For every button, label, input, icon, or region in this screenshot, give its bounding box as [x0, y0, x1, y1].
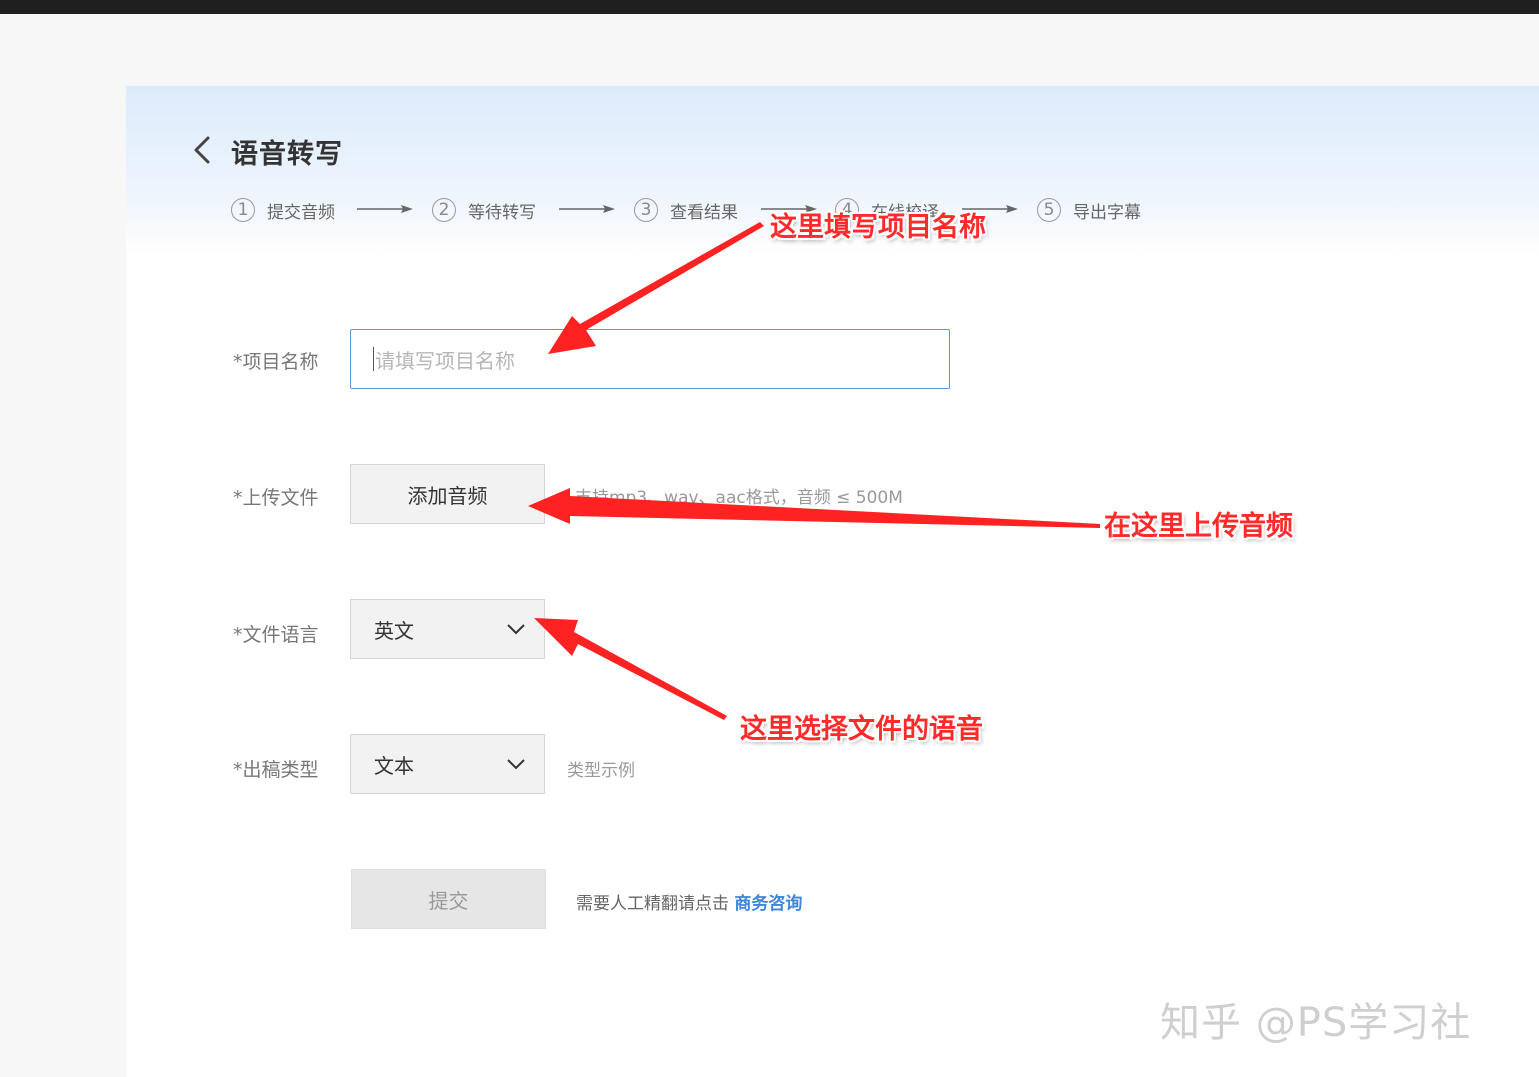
type-example-link[interactable]: 类型示例	[567, 756, 635, 781]
annotation-language: 这里选择文件的语音	[740, 714, 983, 745]
submit-button[interactable]: 提交	[351, 869, 546, 929]
project-name-placeholder: 请填写项目名称	[375, 348, 515, 373]
step-2: 2 等待转写	[432, 196, 536, 224]
step-3: 3 查看结果	[634, 196, 738, 224]
step-number: 3	[634, 198, 658, 222]
step-5: 5 导出字幕	[1037, 196, 1141, 224]
file-language-label: *文件语言	[233, 624, 319, 646]
text-caret	[373, 347, 374, 371]
step-number: 1	[231, 198, 255, 222]
step-label: 提交音频	[267, 202, 335, 223]
page-title: 语音转写	[231, 139, 343, 170]
output-type-select[interactable]: 文本	[350, 734, 545, 794]
output-type-label: *出稿类型	[233, 759, 319, 781]
annotation-project-name: 这里填写项目名称	[770, 212, 986, 243]
upload-file-label: *上传文件	[233, 487, 319, 509]
output-type-value: 文本	[374, 753, 414, 778]
step-arrow-icon	[559, 205, 615, 213]
step-arrow-icon	[357, 205, 413, 213]
business-consult-link[interactable]: 商务咨询	[734, 894, 802, 914]
upload-format-hint: 支持mp3、wav、aac格式，音频 ≤ 500M	[575, 488, 903, 508]
file-language-value: 英文	[374, 618, 414, 643]
project-name-label: *项目名称	[233, 351, 319, 373]
annotation-upload: 在这里上传音频	[1104, 511, 1293, 542]
watermark: 知乎 @PS学习社	[1160, 1000, 1472, 1046]
step-number: 5	[1037, 198, 1061, 222]
chevron-left-icon	[194, 136, 210, 164]
step-number: 2	[432, 198, 456, 222]
add-audio-button[interactable]: 添加音频	[350, 464, 545, 524]
step-label: 等待转写	[468, 202, 536, 223]
consult-prefix: 需要人工精翻请点击	[576, 894, 729, 914]
window-top-bar	[0, 0, 1539, 14]
consult-text: 需要人工精翻请点击 商务咨询	[576, 889, 802, 914]
step-label: 查看结果	[670, 202, 738, 223]
back-button[interactable]	[190, 135, 214, 165]
step-1: 1 提交音频	[231, 196, 335, 224]
chevron-down-icon	[507, 624, 525, 635]
project-name-input[interactable]: 请填写项目名称	[350, 329, 950, 389]
step-label: 导出字幕	[1073, 202, 1141, 223]
file-language-select[interactable]: 英文	[350, 599, 545, 659]
chevron-down-icon	[507, 759, 525, 770]
